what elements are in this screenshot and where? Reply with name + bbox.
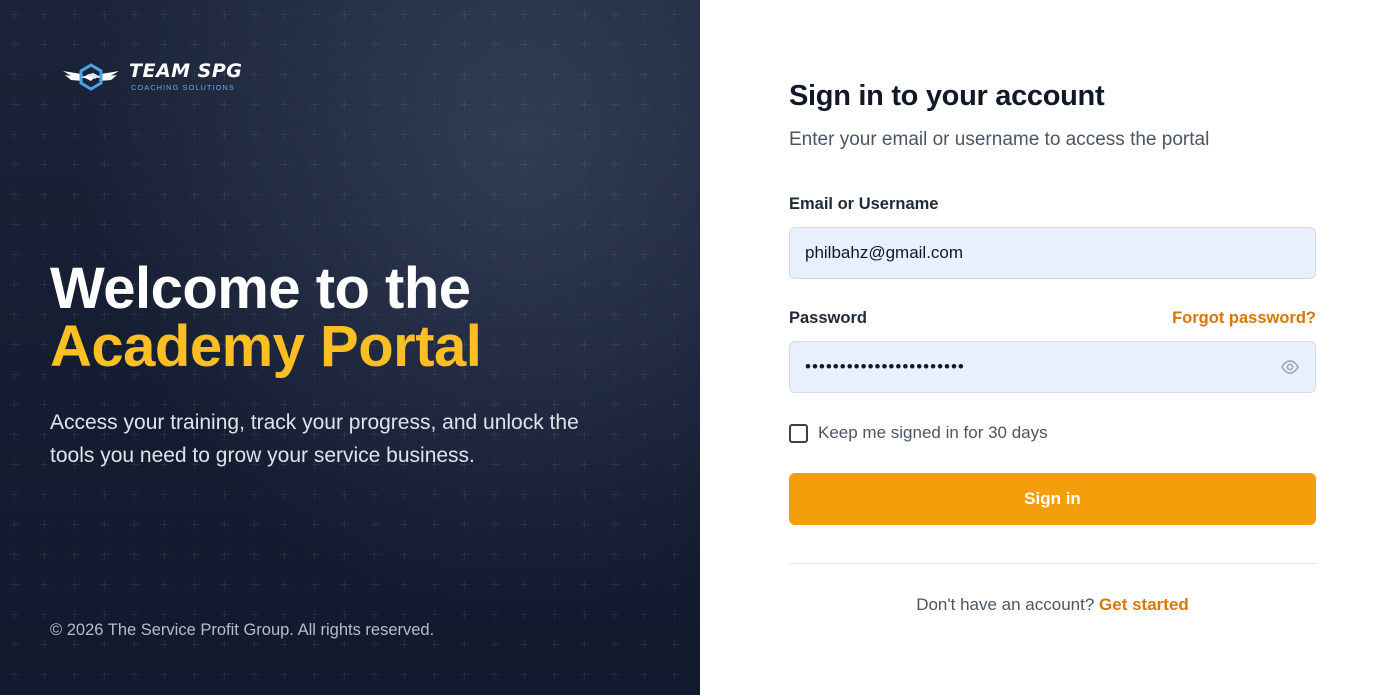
form-subtitle: Enter your email or username to access t… — [789, 129, 1210, 150]
form-title: Sign in to your account — [789, 80, 1105, 112]
hero-title-line1: Welcome to the — [50, 256, 471, 321]
sign-in-panel: Sign in to your account Enter your email… — [700, 0, 1400, 695]
sign-in-button[interactable]: Sign in — [789, 473, 1316, 525]
email-label-row: Email or Username — [789, 195, 1316, 214]
remember-me-checkbox[interactable] — [789, 423, 808, 443]
get-started-link[interactable]: Get started — [1099, 595, 1189, 614]
eye-icon[interactable] — [1280, 357, 1300, 377]
remember-me-row: Keep me signed in for 30 days — [789, 423, 1316, 443]
email-label: Email or Username — [789, 195, 939, 213]
email-field[interactable]: philbahz@gmail.com — [789, 227, 1316, 279]
email-value: philbahz@gmail.com — [805, 243, 964, 262]
remember-me-label[interactable]: Keep me signed in for 30 days — [818, 423, 1048, 443]
password-value: ••••••••••••••••••••••• — [805, 357, 965, 376]
brand-panel: TEAM SPG COACHING SOLUTIONS Welcome to t… — [0, 0, 700, 695]
password-label: Password — [789, 309, 867, 327]
signup-row: Don't have an account? Get started — [789, 595, 1316, 615]
signup-prompt: Don't have an account? — [916, 595, 1095, 614]
sign-in-form: Sign in to your account Enter your email… — [789, 80, 1316, 615]
brand-name: TEAM SPG — [129, 60, 243, 83]
brand-tagline: COACHING SOLUTIONS — [131, 83, 235, 93]
logo: TEAM SPG COACHING SOLUTIONS — [61, 62, 242, 92]
hero-description: Access your training, track your progres… — [50, 411, 579, 467]
copyright-text: © 2026 The Service Profit Group. All rig… — [50, 621, 435, 639]
forgot-password-link[interactable]: Forgot password? — [1172, 309, 1316, 328]
hero: Welcome to the Academy Portal Access you… — [50, 260, 590, 472]
password-label-row: Password Forgot password? — [789, 309, 1316, 328]
password-field[interactable]: ••••••••••••••••••••••• — [789, 341, 1316, 393]
hero-title-line2: Academy Portal — [50, 314, 482, 379]
handshake-wings-icon — [63, 63, 119, 91]
divider — [789, 563, 1316, 564]
